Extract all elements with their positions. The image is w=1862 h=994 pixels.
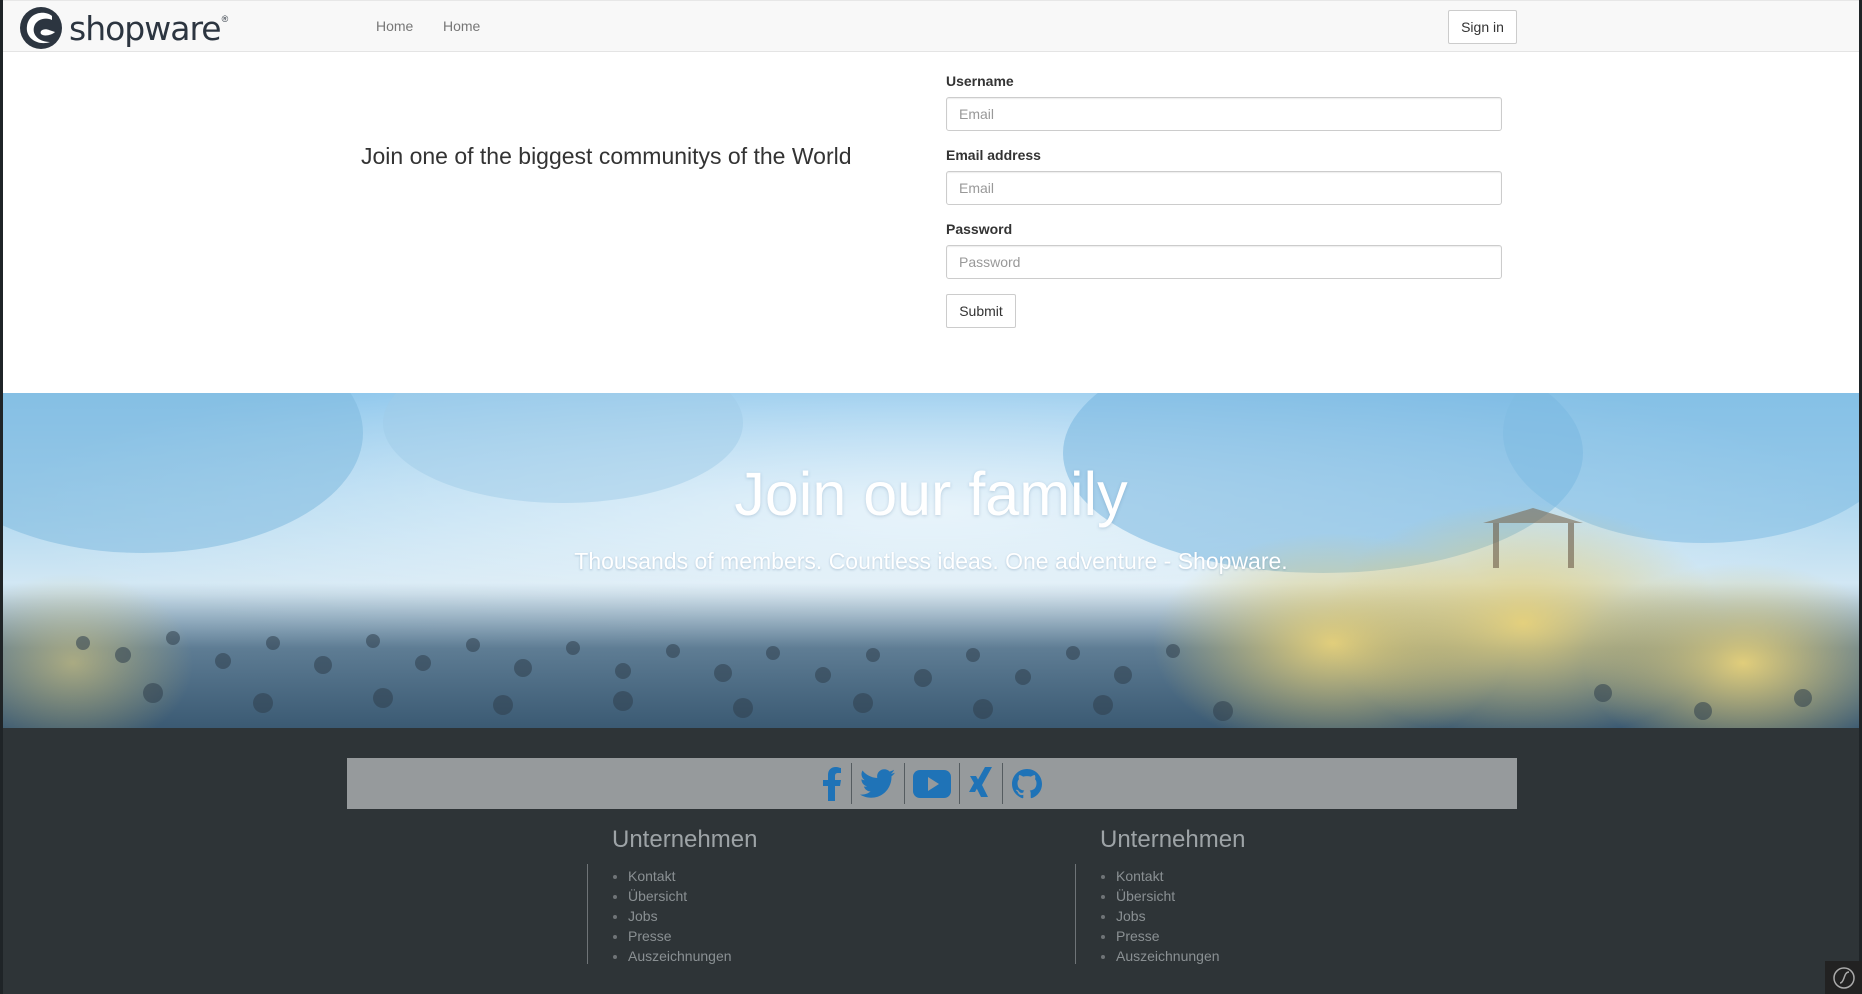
symfony-logo-icon [1832,966,1855,989]
footer-link-auszeichnungen[interactable]: Auszeichnungen [1116,946,1245,966]
footer-link-uebersicht[interactable]: Übersicht [1116,886,1245,906]
banner-subtitle: Thousands of members. Countless ideas. O… [574,548,1288,574]
footer-link-auszeichnungen[interactable]: Auszeichnungen [628,946,757,966]
social-links-bar [347,758,1517,809]
shopware-logo-icon [20,7,62,49]
hero-tagline: Join one of the biggest communitys of th… [361,143,852,169]
top-navbar: shopware ® Home Home Sign in [3,0,1859,52]
footer-column-heading: Unternehmen [1100,826,1246,853]
footer-link-jobs[interactable]: Jobs [1116,906,1245,926]
footer-link-kontakt[interactable]: Kontakt [1116,866,1245,886]
sign-in-button[interactable]: Sign in [1448,10,1517,44]
email-input[interactable] [946,171,1502,205]
footer-link-list: Kontakt Übersicht Jobs Presse Auszeichnu… [587,864,757,964]
footer-link-jobs[interactable]: Jobs [628,906,757,926]
page-footer: Unternehmen Kontakt Übersicht Jobs Press… [3,728,1859,994]
password-input[interactable] [946,245,1502,279]
password-label: Password [946,221,1013,237]
join-banner: Join our family Thousands of members. Co… [3,393,1859,728]
footer-link-list: Kontakt Übersicht Jobs Presse Auszeichnu… [1075,864,1245,964]
banner-title: Join our family [734,460,1128,528]
footer-column-heading: Unternehmen [612,826,758,853]
footer-link-presse[interactable]: Presse [1116,926,1245,946]
footer-column-2: Unternehmen Kontakt Übersicht Jobs Press… [1075,826,1245,964]
xing-icon[interactable] [959,763,1002,804]
footer-link-kontakt[interactable]: Kontakt [628,866,757,886]
footer-link-presse[interactable]: Presse [628,926,757,946]
youtube-icon[interactable] [904,763,959,804]
facebook-icon[interactable] [813,763,851,804]
twitter-icon[interactable] [851,763,904,804]
footer-link-uebersicht[interactable]: Übersicht [628,886,757,906]
username-input[interactable] [946,97,1502,131]
footer-column-1: Unternehmen Kontakt Übersicht Jobs Press… [587,826,757,964]
brand-name: shopware [69,8,222,48]
symfony-toolbar-toggle[interactable] [1825,961,1862,994]
brand-logo[interactable]: shopware ® [19,6,228,50]
nav-link-home-1[interactable]: Home [376,18,413,34]
submit-button[interactable]: Submit [946,294,1016,328]
email-label: Email address [946,147,1041,163]
brand-registered-mark: ® [221,14,229,24]
github-icon[interactable] [1002,763,1051,804]
username-label: Username [946,73,1014,89]
nav-link-home-2[interactable]: Home [443,18,480,34]
